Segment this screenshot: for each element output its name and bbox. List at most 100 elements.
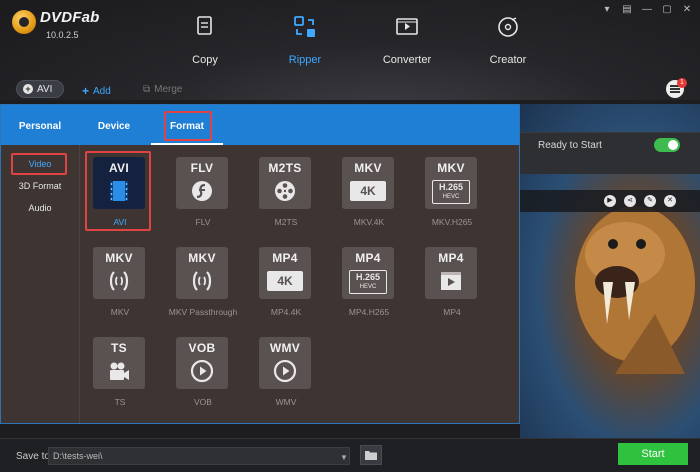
share-icon[interactable]: ⋖	[624, 195, 636, 207]
h265-text: H.265	[355, 272, 381, 282]
category-3d-format[interactable]: 3D Format	[1, 175, 79, 197]
matroska-icon	[109, 271, 129, 291]
format-mkv-h265[interactable]: MKV H.265 HEVC MKV.H265	[417, 151, 487, 241]
mode-copy[interactable]: Copy	[160, 14, 250, 66]
4k-badge: 4K	[267, 271, 303, 291]
format-label: VOB	[194, 397, 212, 407]
ripper-icon	[294, 16, 315, 37]
format-label: MP4.H265	[348, 307, 390, 317]
format-tile: TS	[93, 337, 145, 389]
format-label: WMV	[275, 397, 297, 407]
converter-icon	[396, 18, 418, 35]
app-name: DVDFab	[40, 9, 100, 26]
mode-ripper-label: Ripper	[288, 54, 322, 66]
format-tile: MP4 H.265 HEVC	[342, 247, 394, 299]
format-wmv[interactable]: WMV WMV	[251, 331, 321, 421]
browse-folder-button[interactable]	[360, 445, 382, 465]
chevron-down-icon[interactable]: ▼	[340, 453, 348, 462]
plus-icon: +	[82, 84, 90, 98]
profile-selector[interactable]: + AVI	[16, 80, 64, 98]
format-code: M2TS	[268, 161, 302, 175]
merge-label: Merge	[154, 84, 183, 95]
format-label: MP4	[443, 307, 461, 317]
task-action-bar: ▶ ⋖ ✎ ✕	[520, 190, 700, 212]
play-icon[interactable]: ▶	[604, 195, 616, 207]
format-tile: MP4 4K	[259, 247, 311, 299]
mode-creator[interactable]: Creator	[463, 14, 553, 66]
format-label: MKV.H265	[431, 217, 473, 227]
format-avi[interactable]: AVI AVI	[85, 151, 155, 241]
format-vob[interactable]: VOB VOB	[168, 331, 238, 421]
category-video-highlight	[11, 153, 67, 175]
format-code: MKV	[354, 161, 382, 175]
play-circle-icon	[190, 359, 214, 383]
format-code: MKV	[437, 161, 465, 175]
format-code: MP4	[438, 251, 464, 265]
format-code: MKV	[105, 251, 133, 265]
format-flv[interactable]: FLV FLV	[168, 151, 238, 241]
flash-icon	[192, 181, 212, 201]
task-status-text: Ready to Start	[538, 140, 602, 151]
format-mkv[interactable]: MKV MKV	[85, 241, 155, 331]
tab-device[interactable]: Device	[85, 105, 143, 145]
format-code: MP4	[355, 251, 381, 265]
hevc-text: HEVC	[359, 284, 377, 290]
copy-icon	[197, 16, 212, 35]
format-mp4[interactable]: MP4 MP4	[417, 241, 487, 331]
add-button[interactable]: + Add	[82, 84, 111, 98]
format-tile: AVI	[93, 157, 145, 209]
format-tile: MKV	[176, 247, 228, 299]
pin-icon[interactable]: ▤	[620, 4, 634, 16]
format-label: FLV	[195, 217, 211, 227]
tab-personal[interactable]: Personal	[1, 105, 79, 145]
format-tile: VOB	[176, 337, 228, 389]
edit-icon[interactable]: ✎	[644, 195, 656, 207]
mode-ripper[interactable]: Ripper	[260, 14, 350, 66]
format-selection-popup: Personal Device Format Video 3D Format A…	[0, 104, 520, 424]
dvdfab-logo-icon	[12, 10, 36, 34]
profile-label: AVI	[37, 83, 53, 95]
notification-badge: 1	[677, 78, 687, 88]
format-tab-highlight	[164, 111, 212, 141]
save-path-input[interactable]	[48, 447, 350, 465]
play-circle-icon	[273, 359, 297, 383]
merge-button[interactable]: ⧉ Merge	[143, 84, 183, 95]
format-code: TS	[111, 341, 127, 355]
h265-badge: H.265 HEVC	[349, 270, 387, 294]
format-mkv-4k[interactable]: MKV 4K MKV.4K	[334, 151, 404, 241]
format-mkv-passthrough[interactable]: MKV MKV Passthrough	[168, 241, 238, 331]
h265-badge: H.265 HEVC	[432, 180, 470, 204]
format-label: MKV	[110, 307, 130, 317]
format-code: MP4	[272, 251, 298, 265]
bottom-bar: Save to: ▼ Start	[0, 438, 700, 472]
format-mp4-4k[interactable]: MP4 4K MP4.4K	[251, 241, 321, 331]
mode-copy-label: Copy	[192, 54, 218, 66]
mode-converter-label: Converter	[382, 54, 432, 66]
camera-icon	[110, 362, 129, 380]
delete-icon[interactable]: ✕	[664, 195, 676, 207]
creator-icon	[498, 17, 518, 37]
matroska-icon	[192, 271, 212, 291]
film-icon	[110, 181, 128, 201]
category-list: Video 3D Format Audio	[1, 145, 79, 423]
folder-icon	[365, 451, 377, 460]
format-m2ts[interactable]: M2TS M2TS	[251, 151, 321, 241]
format-tile: M2TS	[259, 157, 311, 209]
format-ts[interactable]: TS TS	[85, 331, 155, 421]
format-label: M2TS	[274, 217, 298, 227]
toolbar: + AVI + Add ⧉ Merge 1	[0, 76, 700, 102]
dropdown-icon[interactable]: ▾	[600, 4, 614, 16]
task-toggle[interactable]	[654, 138, 680, 152]
window-controls: ▾ ▤ — ▢ ✕	[600, 4, 694, 16]
mode-converter[interactable]: Converter	[362, 14, 452, 66]
category-audio[interactable]: Audio	[1, 197, 79, 219]
minimize-icon[interactable]: —	[640, 4, 654, 16]
close-icon[interactable]: ✕	[680, 4, 694, 16]
maximize-icon[interactable]: ▢	[660, 4, 674, 16]
format-label: TS	[114, 397, 126, 407]
4k-badge: 4K	[350, 181, 386, 201]
start-button[interactable]: Start	[618, 443, 688, 465]
format-label: MKV Passthrough	[168, 307, 238, 317]
format-mp4-h265[interactable]: MP4 H.265 HEVC MP4.H265	[334, 241, 404, 331]
format-code: VOB	[188, 341, 216, 355]
